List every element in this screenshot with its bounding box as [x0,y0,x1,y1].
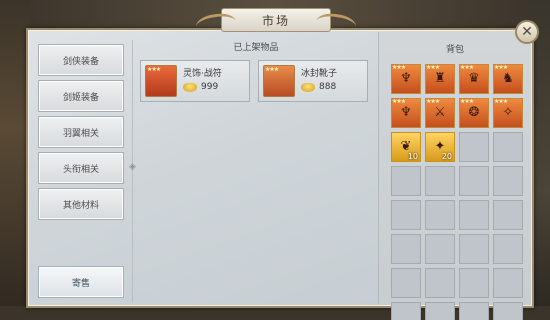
inventory-slot[interactable]: ★★★ ⚔ [425,98,455,128]
inventory-grid: ★★★ ♆ ★★★ ♜ ★★★ ♛ ★★★ ♞ ★★★ ♆ ★★★ ⚔ ★★★ ❂ ★★★ ✧ ❦ 10 ✦ 20 [391,64,525,320]
mount-armor-icon: ♞ [502,71,514,86]
star-rating: ★★★ [460,98,474,105]
inventory-slot-empty[interactable] [493,302,523,320]
inventory-slot-empty[interactable] [425,234,455,264]
star-rating: ★★★ [494,64,508,71]
talisman-icon: ★★★ [145,65,177,97]
close-icon: ✕ [521,24,533,40]
helmet-icon: ♛ [468,71,480,86]
market-window: 剑侠装备 剑姬装备 羽翼相关 头衔相关 其他材料 寄售 ◈ 已上架物品 ★★★ … [26,28,534,320]
inventory-slot-empty[interactable] [391,234,421,264]
inventory-slot[interactable]: ★★★ ❂ [459,98,489,128]
item-count: 20 [441,152,452,161]
category-button-swordsman-gear[interactable]: 剑侠装备 [38,44,124,76]
inventory-slot-empty[interactable] [493,166,523,196]
item-count: 10 [407,152,418,161]
gold-ingot-icon [301,83,315,92]
inventory-slot-empty[interactable] [425,166,455,196]
category-button-swordmaiden-gear[interactable]: 剑姬装备 [38,80,124,112]
inventory-slot[interactable]: ★★★ ♞ [493,64,523,94]
inventory-slot-empty[interactable] [493,132,523,162]
listed-item-price: 888 [319,82,337,92]
star-rating: ★★★ [426,64,440,71]
inventory-slot-empty[interactable] [459,166,489,196]
inventory-slot-empty[interactable] [391,166,421,196]
category-button-materials[interactable]: 其他材料 [38,188,124,220]
listed-item[interactable]: ★★★ 冰封靴子 888 [258,60,368,102]
inventory-slot[interactable]: ❦ 10 [391,132,421,162]
inventory-slot[interactable]: ★★★ ♜ [425,64,455,94]
category-sidebar: 剑侠装备 剑姬装备 羽翼相关 头衔相关 其他材料 寄售 [34,40,128,302]
title-ornament-left-icon [194,11,238,37]
inventory-slot-empty[interactable] [459,132,489,162]
category-button-wings[interactable]: 羽翼相关 [38,116,124,148]
inventory-slot-empty[interactable] [493,268,523,298]
boots-icon: ★★★ [263,65,295,97]
star-rating: ★★★ [460,64,474,71]
inventory-slot-empty[interactable] [391,268,421,298]
consign-button[interactable]: 寄售 [38,266,124,298]
armor-icon: ♆ [400,71,412,86]
inventory-slot-empty[interactable] [459,302,489,320]
inventory-title: 背包 [445,45,464,55]
inventory-slot-empty[interactable] [391,200,421,230]
star-rating: ★★★ [265,66,279,73]
inventory-slot-empty[interactable] [391,302,421,320]
close-button[interactable]: ✕ [515,20,539,44]
star-rating: ★★★ [392,64,406,71]
dagger-icon: ✧ [502,105,514,120]
inventory-slot-empty[interactable] [459,200,489,230]
inventory-slot-empty[interactable] [425,268,455,298]
inventory-slot-empty[interactable] [459,234,489,264]
listed-items-title: 已上架物品 [233,43,279,53]
inventory-slot[interactable]: ★★★ ♆ [391,98,421,128]
category-button-titles[interactable]: 头衔相关 [38,152,124,184]
inventory-slot[interactable]: ✦ 20 [425,132,455,162]
inventory-panel: 背包 ★★★ ♆ ★★★ ♜ ★★★ ♛ ★★★ ♞ ★★★ ♆ ★★★ ⚔ ★★★ ❂ ★★★ ✧ ❦ 10 ✦ 2… [378,32,530,320]
star-rating: ★★★ [426,98,440,105]
star-rating: ★★★ [494,98,508,105]
robe-icon: ♆ [400,105,412,120]
divider-diamond-icon: ◈ [129,162,136,172]
inventory-slot[interactable]: ★★★ ♆ [391,64,421,94]
star-rating: ★★★ [392,98,406,105]
inventory-slot-empty[interactable] [425,200,455,230]
star-rating: ★★★ [147,66,161,73]
listed-item-name: 冰封靴子 [301,69,338,79]
listed-item-name: 灵饰·战符 [183,69,222,79]
inventory-slot[interactable]: ★★★ ♛ [459,64,489,94]
amulet-icon: ❂ [468,105,480,120]
gold-ingot-icon [183,83,197,92]
listed-item-price: 999 [201,82,219,92]
inventory-slot[interactable]: ★★★ ✧ [493,98,523,128]
inventory-slot-empty[interactable] [493,234,523,264]
window-title-bar: 市场 [194,6,358,37]
inventory-slot-empty[interactable] [425,302,455,320]
inventory-slot-empty[interactable] [493,200,523,230]
listed-item[interactable]: ★★★ 灵饰·战符 999 [140,60,250,102]
bracer-icon: ♜ [434,71,446,86]
title-ornament-right-icon [314,11,358,37]
sword-icon: ⚔ [434,105,446,120]
inventory-slot-empty[interactable] [459,268,489,298]
